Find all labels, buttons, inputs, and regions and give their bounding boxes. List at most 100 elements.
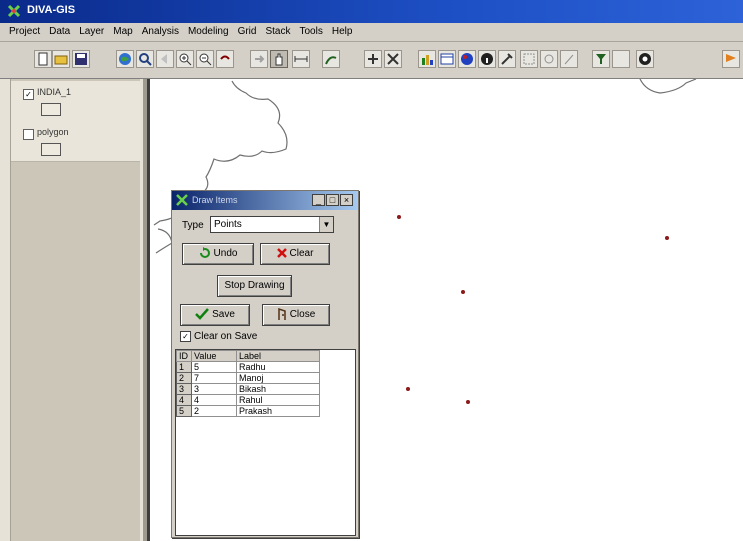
identify-icon[interactable]	[322, 50, 340, 68]
row-label[interactable]: Manoj	[236, 372, 320, 384]
maximize-icon[interactable]: □	[326, 194, 339, 206]
menu-modeling[interactable]: Modeling	[188, 23, 229, 41]
menu-map[interactable]: Map	[113, 23, 132, 41]
map-point[interactable]	[466, 400, 470, 404]
refresh-icon[interactable]	[540, 50, 558, 68]
table-row[interactable]: 1 5 Radhu	[176, 361, 320, 373]
menu-help[interactable]: Help	[332, 23, 353, 41]
row-id: 5	[176, 405, 192, 417]
column-header-id[interactable]: ID	[176, 350, 192, 362]
globe-icon[interactable]	[116, 50, 134, 68]
menu-analysis[interactable]: Analysis	[142, 23, 179, 41]
chevron-down-icon[interactable]: ▼	[319, 217, 333, 232]
filter-icon[interactable]	[592, 50, 610, 68]
layer-panel: ✓ INDIA_1 polygon	[0, 79, 147, 541]
close-icon[interactable]: ×	[340, 194, 353, 206]
row-label[interactable]: Radhu	[236, 361, 320, 373]
redo-icon[interactable]	[250, 50, 268, 68]
select-icon[interactable]	[520, 50, 538, 68]
menu-project[interactable]: Project	[9, 23, 40, 41]
row-value[interactable]: 3	[191, 383, 237, 395]
diva-gis-logo-icon	[7, 4, 21, 18]
bar-chart-icon[interactable]	[418, 50, 436, 68]
row-value[interactable]: 5	[191, 361, 237, 373]
menu-bar: Project Data Layer Map Analysis Modeling Grid S…	[0, 23, 743, 42]
clear-on-save-label: Clear on Save	[194, 331, 258, 343]
layer-name: polygon	[37, 127, 69, 137]
layer-item-polygon[interactable]: polygon	[11, 121, 140, 162]
close-label: Close	[289, 309, 316, 320]
new-icon[interactable]	[34, 50, 52, 68]
row-id: 1	[176, 361, 192, 373]
close-button[interactable]: Close	[262, 304, 330, 326]
map-point[interactable]	[665, 236, 669, 240]
door-exit-icon	[277, 308, 286, 321]
draw-line-icon[interactable]	[560, 50, 578, 68]
column-header-label[interactable]: Label	[236, 350, 320, 362]
layer-legend-swatch	[41, 143, 61, 156]
info-icon[interactable]	[478, 50, 496, 68]
palette-icon[interactable]	[458, 50, 476, 68]
map-point[interactable]	[406, 387, 410, 391]
layer-item-india[interactable]: ✓ INDIA_1	[11, 81, 140, 122]
row-value[interactable]: 7	[191, 372, 237, 384]
menu-layer[interactable]: Layer	[79, 23, 104, 41]
pan-hand-icon[interactable]	[270, 50, 288, 68]
type-label: Type	[182, 220, 204, 231]
column-header-value[interactable]: Value	[191, 350, 237, 362]
menu-tools[interactable]: Tools	[299, 23, 322, 41]
table-icon[interactable]	[438, 50, 456, 68]
row-id: 4	[176, 394, 192, 406]
save-label: Save	[212, 309, 235, 320]
row-label[interactable]: Bikash	[236, 383, 320, 395]
map-point[interactable]	[461, 290, 465, 294]
table-row[interactable]: 4 4 Rahul	[176, 394, 320, 406]
row-label[interactable]: Prakash	[236, 405, 320, 417]
clear-label: Clear	[289, 248, 314, 259]
layer-legend-swatch	[41, 103, 61, 116]
open-folder-icon[interactable]	[52, 50, 70, 68]
type-dropdown[interactable]: Points ▼	[210, 216, 334, 233]
menu-stack[interactable]: Stack	[265, 23, 290, 41]
stop-drawing-button[interactable]: Stop Drawing	[217, 275, 292, 297]
clear-on-save-checkbox[interactable]: ✓	[180, 331, 191, 342]
undo-button[interactable]: Undo	[182, 243, 254, 265]
row-value[interactable]: 4	[191, 394, 237, 406]
zoom-icon[interactable]	[136, 50, 154, 68]
delete-icon[interactable]	[384, 50, 402, 68]
flag-icon[interactable]	[722, 50, 740, 68]
menu-data[interactable]: Data	[49, 23, 70, 41]
layer-visibility-checkbox[interactable]: ✓	[23, 89, 34, 100]
clear-button[interactable]: Clear	[260, 243, 330, 265]
blank-icon[interactable]	[612, 50, 630, 68]
tools-icon[interactable]	[498, 50, 516, 68]
layer-name: INDIA_1	[37, 87, 72, 97]
menu-grid[interactable]: Grid	[238, 23, 257, 41]
map-point[interactable]	[397, 215, 401, 219]
save-disk-icon[interactable]	[72, 50, 90, 68]
minimize-icon[interactable]: _	[312, 194, 325, 206]
save-button[interactable]: Save	[180, 304, 250, 326]
table-row[interactable]: 2 7 Manoj	[176, 372, 320, 384]
layer-list: ✓ INDIA_1 polygon	[10, 79, 140, 541]
layer-visibility-checkbox[interactable]	[23, 129, 34, 140]
items-table[interactable]: ID Value Label 1 5 Radhu 2 7 Manoj 3 3 Bikash …	[175, 349, 356, 536]
table-row[interactable]: 5 2 Prakash	[176, 405, 320, 417]
dialog-app-icon	[176, 194, 188, 206]
zoom-in-icon[interactable]	[176, 50, 194, 68]
target-icon[interactable]	[636, 50, 654, 68]
dialog-title-bar[interactable]: Draw Items _ □ ×	[172, 191, 358, 210]
type-value: Points	[214, 219, 242, 230]
draw-dialog: Draw Items _ □ × Type Points ▼ Undo Clea…	[171, 190, 359, 538]
add-point-icon[interactable]	[364, 50, 382, 68]
row-value[interactable]: 2	[191, 405, 237, 417]
measure-icon[interactable]	[292, 50, 310, 68]
clear-on-save-option[interactable]: ✓ Clear on Save	[180, 331, 257, 342]
row-label[interactable]: Rahul	[236, 394, 320, 406]
undo-icon[interactable]	[216, 50, 234, 68]
zoom-previous-icon[interactable]	[156, 50, 174, 68]
undo-label: Undo	[213, 248, 238, 259]
zoom-out-icon[interactable]	[196, 50, 214, 68]
table-row[interactable]: 3 3 Bikash	[176, 383, 320, 395]
table-header-row: ID Value Label	[176, 350, 320, 362]
